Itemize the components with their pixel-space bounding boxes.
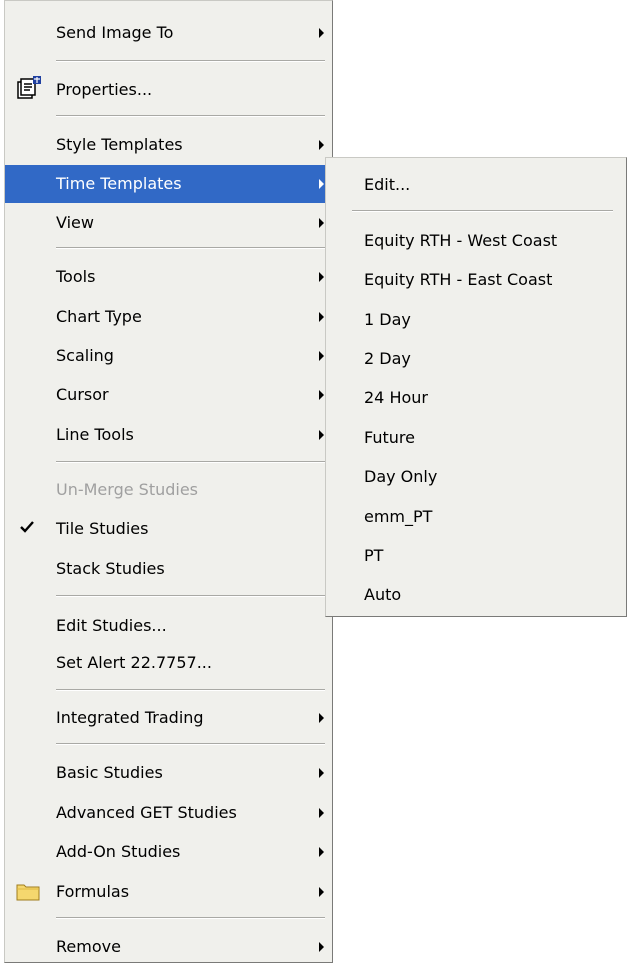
- submenu-item-equity-rth-east-coast[interactable]: Equity RTH - East Coast: [326, 261, 626, 299]
- menu-item-send-image-to[interactable]: Send Image To: [5, 14, 332, 52]
- menu-item-properties[interactable]: Properties...: [5, 71, 332, 109]
- menu-separator: [56, 461, 325, 463]
- menu-item-label: Edit Studies...: [56, 616, 167, 635]
- menu-item-add-on-studies[interactable]: Add-On Studies: [5, 833, 332, 871]
- submenu-item-2-day[interactable]: 2 Day: [326, 340, 626, 378]
- menu-separator: [56, 60, 325, 62]
- menu-item-label: Formulas: [56, 882, 130, 901]
- submenu-item-auto[interactable]: Auto: [326, 576, 626, 614]
- submenu-item-equity-rth-west-coast[interactable]: Equity RTH - West Coast: [326, 222, 626, 260]
- submenu-arrow-icon: [319, 942, 324, 952]
- menu-separator: [56, 115, 325, 117]
- properties-icon: [17, 76, 41, 99]
- menu-item-label: Basic Studies: [56, 763, 163, 782]
- menu-item-label: Tools: [56, 267, 96, 286]
- submenu-item-pt[interactable]: PT: [326, 537, 626, 575]
- menu-item-view[interactable]: View: [5, 204, 332, 242]
- submenu-arrow-icon: [319, 272, 324, 282]
- submenu-arrow-icon: [319, 847, 324, 857]
- menu-item-label: Scaling: [56, 346, 114, 365]
- submenu-arrow-icon: [319, 179, 324, 189]
- menu-item-un-merge-studies: Un-Merge Studies: [5, 471, 332, 509]
- menu-item-formulas[interactable]: Formulas: [5, 873, 332, 911]
- submenu-arrow-icon: [319, 390, 324, 400]
- menu-item-label: Equity RTH - East Coast: [364, 270, 553, 289]
- submenu-arrow-icon: [319, 218, 324, 228]
- menu-separator: [56, 595, 325, 597]
- menu-item-cursor[interactable]: Cursor: [5, 376, 332, 414]
- submenu-arrow-icon: [319, 430, 324, 440]
- submenu-item-1-day[interactable]: 1 Day: [326, 301, 626, 339]
- menu-item-label: PT: [364, 546, 384, 565]
- menu-item-stack-studies[interactable]: Stack Studies: [5, 550, 332, 588]
- menu-item-tools[interactable]: Tools: [5, 258, 332, 296]
- time-templates-submenu: Edit... Equity RTH - West Coast Equity R…: [325, 157, 627, 617]
- submenu-arrow-icon: [319, 768, 324, 778]
- menu-item-label: Edit...: [364, 175, 411, 194]
- menu-item-label: emm_PT: [364, 507, 433, 526]
- menu-item-label: Properties...: [56, 80, 153, 99]
- menu-item-scaling[interactable]: Scaling: [5, 337, 332, 375]
- submenu-item-future[interactable]: Future: [326, 419, 626, 457]
- menu-item-label: View: [56, 213, 94, 232]
- menu-item-label: Auto: [364, 585, 402, 604]
- menu-item-chart-type[interactable]: Chart Type: [5, 298, 332, 336]
- submenu-arrow-icon: [319, 140, 324, 150]
- menu-item-label: Un-Merge Studies: [56, 480, 199, 499]
- menu-item-label: Line Tools: [56, 425, 134, 444]
- menu-separator: [56, 689, 325, 691]
- menu-item-label: 1 Day: [364, 310, 411, 329]
- menu-item-label: Remove: [56, 937, 121, 956]
- checkmark-icon: [20, 521, 34, 533]
- menu-item-label: Send Image To: [56, 23, 174, 42]
- menu-item-line-tools[interactable]: Line Tools: [5, 416, 332, 454]
- menu-item-tile-studies[interactable]: Tile Studies: [5, 510, 332, 548]
- folder-icon: [16, 884, 40, 901]
- menu-item-label: Set Alert 22.7757...: [56, 653, 212, 672]
- submenu-arrow-icon: [319, 713, 324, 723]
- submenu-arrow-icon: [319, 312, 324, 322]
- menu-separator: [56, 743, 325, 745]
- menu-item-basic-studies[interactable]: Basic Studies: [5, 754, 332, 792]
- menu-item-label: Tile Studies: [56, 519, 149, 538]
- submenu-item-emm-pt[interactable]: emm_PT: [326, 498, 626, 536]
- submenu-arrow-icon: [319, 887, 324, 897]
- menu-item-label: 2 Day: [364, 349, 411, 368]
- submenu-arrow-icon: [319, 28, 324, 38]
- menu-item-time-templates[interactable]: Time Templates: [5, 165, 332, 203]
- menu-item-advanced-get-studies[interactable]: Advanced GET Studies: [5, 794, 332, 832]
- menu-item-label: Style Templates: [56, 135, 183, 154]
- menu-item-label: Add-On Studies: [56, 842, 181, 861]
- submenu-item-day-only[interactable]: Day Only: [326, 458, 626, 496]
- menu-item-remove[interactable]: Remove: [5, 928, 332, 966]
- menu-item-label: Integrated Trading: [56, 708, 204, 727]
- chart-context-menu: Send Image To Properties... Style Templa…: [4, 0, 333, 963]
- menu-item-integrated-trading[interactable]: Integrated Trading: [5, 699, 332, 737]
- menu-item-label: Cursor: [56, 385, 109, 404]
- menu-item-label: Future: [364, 428, 415, 447]
- menu-item-label: Equity RTH - West Coast: [364, 231, 558, 250]
- menu-item-set-alert[interactable]: Set Alert 22.7757...: [5, 644, 332, 682]
- submenu-arrow-icon: [319, 808, 324, 818]
- menu-item-label: Day Only: [364, 467, 438, 486]
- menu-separator: [56, 917, 325, 919]
- menu-item-label: Time Templates: [56, 174, 182, 193]
- menu-separator: [352, 210, 613, 212]
- menu-item-style-templates[interactable]: Style Templates: [5, 126, 332, 164]
- submenu-item-24-hour[interactable]: 24 Hour: [326, 379, 626, 417]
- menu-item-label: 24 Hour: [364, 388, 428, 407]
- submenu-arrow-icon: [319, 351, 324, 361]
- submenu-item-edit[interactable]: Edit...: [326, 166, 626, 204]
- menu-item-label: Advanced GET Studies: [56, 803, 237, 822]
- menu-item-label: Chart Type: [56, 307, 142, 326]
- menu-item-edit-studies[interactable]: Edit Studies...: [5, 607, 332, 645]
- menu-item-label: Stack Studies: [56, 559, 165, 578]
- menu-separator: [56, 247, 325, 249]
